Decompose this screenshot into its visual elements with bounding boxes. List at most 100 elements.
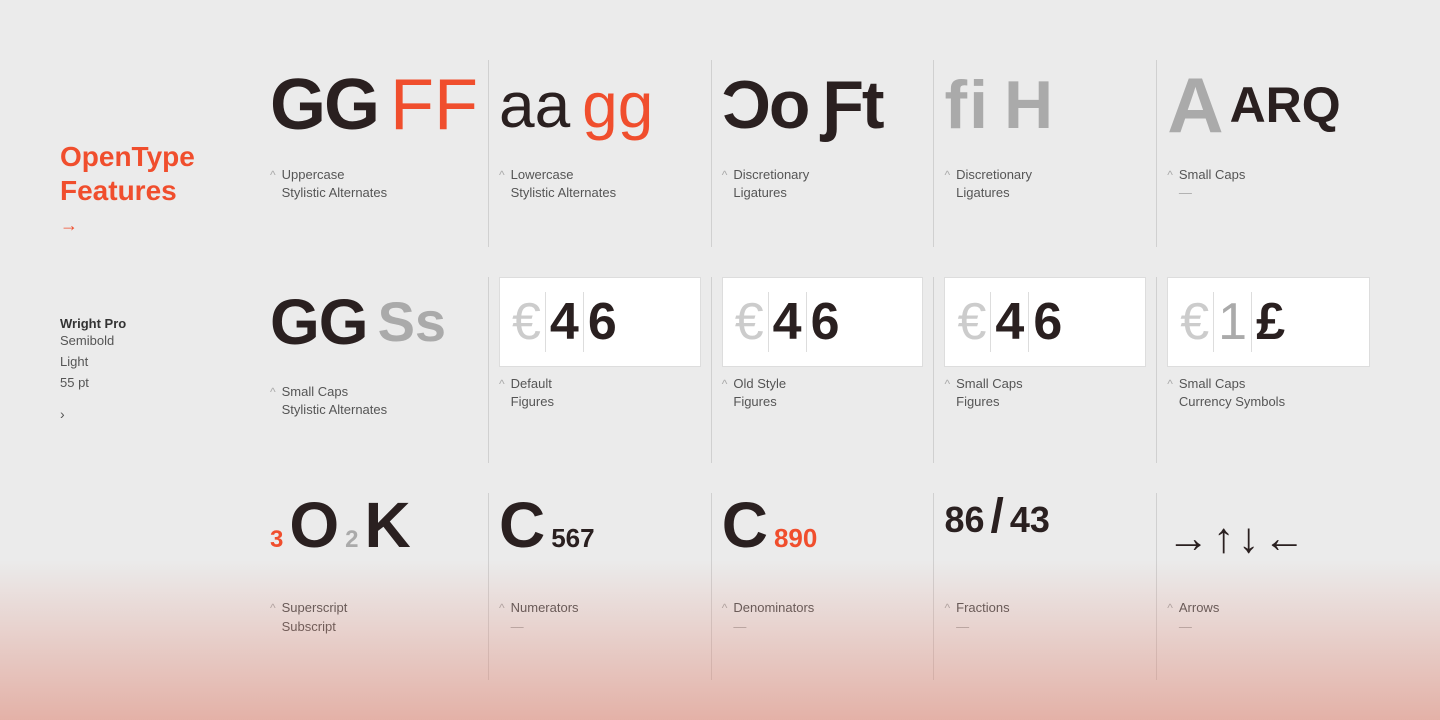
- euro-gray-3: €: [957, 292, 986, 352]
- frac-denominator: 43: [1010, 502, 1050, 538]
- display-denominators: C 890: [722, 493, 924, 583]
- feature-label: Numerators—: [511, 599, 579, 635]
- feature-small-caps-1: A ARQ ^ Small Caps—: [1157, 60, 1380, 247]
- euro-gray-4: €: [1180, 292, 1209, 352]
- caret-icon: ^: [722, 601, 728, 615]
- sidebar-chevron-icon[interactable]: ›: [60, 406, 260, 422]
- caret-icon: ^: [944, 377, 950, 391]
- divider-5: [990, 292, 991, 352]
- feature-label: Fractions—: [956, 599, 1009, 635]
- display-gg-red: gg: [582, 73, 653, 137]
- num-4-1: 4: [550, 292, 579, 352]
- display-arrows: → ↑ ↓ ←: [1167, 493, 1370, 583]
- arrow-up: ↑: [1213, 517, 1232, 559]
- label-group: ^ Fractions—: [944, 599, 1146, 635]
- display-numerators: C 567: [499, 493, 701, 583]
- feature-label: Arrows—: [1179, 599, 1219, 635]
- feature-label: Small CapsStylistic Alternates: [282, 383, 388, 419]
- num-6-1: 6: [588, 292, 617, 352]
- label-group: ^ Small Caps—: [1167, 166, 1370, 202]
- display-Ss: Ss: [378, 294, 447, 350]
- divider-3: [768, 292, 769, 352]
- caret-icon: ^: [499, 168, 505, 182]
- feature-lowercase-stylistic: aa gg ^ LowercaseStylistic Alternates: [489, 60, 712, 247]
- frac-slash: /: [991, 493, 1004, 541]
- feature-label: DiscretionaryLigatures: [733, 166, 809, 202]
- label-group: ^ SuperscriptSubscript: [270, 599, 478, 635]
- display-ARQ: ARQ: [1230, 80, 1341, 130]
- display-aarq: A ARQ: [1167, 60, 1370, 150]
- label-group: ^ DefaultFigures: [499, 375, 701, 411]
- display-C-denom: C: [722, 493, 768, 557]
- arrow-down: ↓: [1238, 517, 1257, 559]
- feature-numerators: C 567 ^ Numerators—: [489, 493, 712, 680]
- label-group: ^ DiscretionaryLigatures: [722, 166, 924, 202]
- feature-smallcaps-currency: € 1 £ ^ Small CapsCurrency Symbols: [1157, 277, 1380, 464]
- feature-old-style-figures: € 4 6 ^ Old StyleFigures: [712, 277, 935, 464]
- sup-3: 3: [270, 528, 283, 552]
- font-name: Wright Pro: [60, 316, 260, 331]
- page-container: OpenTypeFeatures → Wright Pro Semibold L…: [0, 0, 1440, 720]
- sup-567: 567: [551, 525, 594, 551]
- display-GG-Ss: GG Ss: [270, 277, 478, 367]
- sidebar-arrow-icon[interactable]: →: [60, 215, 260, 236]
- display-ft-lig: Ƒt: [822, 71, 882, 139]
- display-GG: GG: [270, 69, 378, 141]
- feature-label: Small CapsCurrency Symbols: [1179, 375, 1285, 411]
- display-O: O: [289, 493, 339, 557]
- label-group: ^ Uppercase Stylistic Alternates: [270, 166, 478, 202]
- currency-box-default: € 4 6: [499, 277, 701, 367]
- feature-disc-ligatures-1: Ɔo Ƒt ^ DiscretionaryLigatures: [712, 60, 935, 247]
- feature-disc-ligatures-2: fi H ^ DiscretionaryLigatures: [934, 60, 1157, 247]
- display-FF: FF: [390, 69, 478, 141]
- display-aa: aa: [499, 73, 570, 137]
- currency-box-smallcaps: € 4 6: [944, 277, 1146, 367]
- caret-icon: ^: [944, 168, 950, 182]
- num-1-sc: 1: [1218, 292, 1247, 352]
- feature-label: Uppercase Stylistic Alternates: [282, 166, 388, 202]
- caret-icon: ^: [270, 168, 276, 182]
- caret-icon: ^: [499, 377, 505, 391]
- display-K: K: [365, 493, 411, 557]
- feature-superscript-subscript: 3 O 2 K ^ SuperscriptSubscript: [260, 493, 489, 680]
- feature-default-figures: € 4 6 ^ DefaultFigures: [489, 277, 712, 464]
- font-style-2: Light: [60, 352, 260, 373]
- label-group: ^ Old StyleFigures: [722, 375, 924, 411]
- display-gg-ff: GG FF: [270, 60, 478, 150]
- divider-6: [1028, 292, 1029, 352]
- feature-uppercase-stylistic: GG FF ^ Uppercase Stylistic Alternates: [260, 60, 489, 247]
- feature-denominators: C 890 ^ Denominators—: [712, 493, 935, 680]
- label-group: ^ Arrows—: [1167, 599, 1370, 635]
- divider-2: [583, 292, 584, 352]
- label-group: ^ DiscretionaryLigatures: [944, 166, 1146, 202]
- feature-label: LowercaseStylistic Alternates: [511, 166, 617, 202]
- label-group: ^ Numerators—: [499, 599, 701, 635]
- label-group: ^ Denominators—: [722, 599, 924, 635]
- display-C-num: C: [499, 493, 545, 557]
- currency-box-old-style: € 4 6: [722, 277, 924, 367]
- currency-box-sc: € 1 £: [1167, 277, 1370, 367]
- feature-label: DefaultFigures: [511, 375, 554, 411]
- sidebar: OpenTypeFeatures → Wright Pro Semibold L…: [60, 60, 260, 680]
- sub-890: 890: [774, 525, 817, 551]
- display-GG-dark: GG: [270, 290, 368, 354]
- caret-icon: ^: [944, 601, 950, 615]
- display-fi-h: fi H: [944, 60, 1146, 150]
- caret-icon: ^: [722, 377, 728, 391]
- divider-1: [545, 292, 546, 352]
- display-co: Ɔo: [722, 71, 809, 139]
- feature-smallcaps-stylistic: GG Ss ^ Small CapsStylistic Alternates: [260, 277, 489, 464]
- arrow-left: ←: [1263, 517, 1303, 559]
- display-superscript: 3 O 2 K: [270, 493, 478, 583]
- divider-4: [806, 292, 807, 352]
- sub-2: 2: [345, 528, 358, 552]
- display-A-large: A: [1167, 66, 1223, 144]
- num-6-3: 6: [1033, 292, 1062, 352]
- feature-fractions: 86 / 43 ^ Fractions—: [934, 493, 1157, 680]
- label-group: ^ LowercaseStylistic Alternates: [499, 166, 701, 202]
- display-fractions: 86 / 43: [944, 493, 1146, 583]
- label-group: ^ Small CapsStylistic Alternates: [270, 383, 478, 419]
- feature-label: Small Caps—: [1179, 166, 1245, 202]
- display-co-ft: Ɔo Ƒt: [722, 60, 924, 150]
- divider-8: [1251, 292, 1252, 352]
